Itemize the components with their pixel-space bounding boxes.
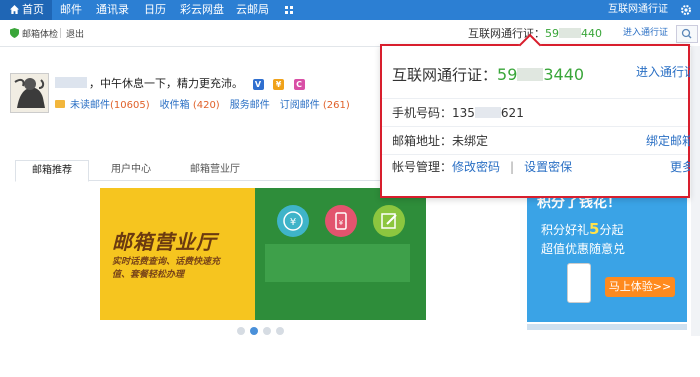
vip-badge-icon[interactable]: V <box>252 79 264 90</box>
divider <box>60 28 61 38</box>
carousel-dot[interactable] <box>237 327 245 335</box>
tab-recommend[interactable]: 邮箱推荐 <box>15 160 89 182</box>
carousel-dot[interactable] <box>276 327 284 335</box>
masked-digits <box>474 107 501 118</box>
tab-home[interactable]: 首页 <box>0 0 52 20</box>
tab-cloud-post[interactable]: 云邮局 <box>236 0 269 20</box>
masked-username <box>55 77 87 88</box>
inbox-link[interactable]: 收件箱 (420) <box>160 100 220 111</box>
popup-email-row: 邮箱地址：未绑定 绑定邮箱 <box>382 126 690 155</box>
popup-phone-row: 手机号码：135 621 <box>382 98 688 127</box>
popup-pass-id: 互联网通行证：59 3440 <box>392 65 585 84</box>
popup-pass-row: 互联网通行证：593440 进入通行证 <box>382 46 690 99</box>
greeting-text: ，中午休息一下，精力更充沛。 <box>89 77 243 90</box>
banner-counter-graphic <box>265 244 410 282</box>
logout-link[interactable]: 退出 <box>66 27 84 40</box>
edit-icon <box>373 205 405 237</box>
popup-email: 邮箱地址：未绑定 <box>392 134 489 148</box>
yen-icon: ¥ <box>277 205 309 237</box>
account-popup: 互联网通行证：593440 进入通行证 手机号码：135621 邮箱地址：未绑定… <box>380 33 690 198</box>
security-settings-link[interactable]: 设置密保 <box>524 160 572 174</box>
mail-links: 未读邮件(10605) 收件箱 (420) 服务邮件 订阅邮件 (261) <box>55 96 360 111</box>
svg-text:¥: ¥ <box>339 219 344 227</box>
banner-left-panel: 邮箱营业厅 实时话费查询、话费快速充 值、套餐轻松办理 <box>100 188 255 320</box>
coin-badge-icon[interactable]: ¥ <box>273 79 284 90</box>
search-button[interactable] <box>676 25 698 43</box>
mailbox-checkup-link[interactable]: 邮箱体检 <box>22 27 58 40</box>
popup-manage-row: 帐号管理：修改密码 | 设置密保 更多 <box>382 154 690 194</box>
tab-mail[interactable]: 邮件 <box>60 0 82 20</box>
bind-email-link[interactable]: 绑定邮箱 <box>646 132 690 149</box>
sub-toolbar: 邮箱体检 退出 互联网通行证：59 440 进入通行证 <box>0 20 700 47</box>
carousel-dots <box>237 324 289 338</box>
greeting-line: ，中午休息一下，精力更充沛。 V ¥ C <box>55 75 305 91</box>
more-link[interactable]: 更多 <box>670 158 690 175</box>
service-mail-link[interactable]: 服务邮件 <box>230 100 270 111</box>
ad-line2: 超值优惠随意兑 <box>541 242 626 256</box>
tab-calendar[interactable]: 日历 <box>144 0 166 20</box>
tab-contacts[interactable]: 通讯录 <box>96 0 129 20</box>
envelope-icon <box>55 100 65 108</box>
masked-digits <box>559 28 581 38</box>
banner-description: 实时话费查询、话费快速充 值、套餐轻松办理 <box>112 257 221 280</box>
home-icon <box>10 5 19 14</box>
enter-pass-link[interactable]: 进入通行证 <box>623 25 668 38</box>
shield-icon <box>10 28 19 38</box>
scrollbar[interactable] <box>691 46 700 336</box>
unread-mail-link[interactable]: 未读邮件(10605) <box>70 100 150 111</box>
account-pass-link[interactable]: 互联网通行证 <box>608 0 668 20</box>
try-now-button[interactable]: 马上体验>> <box>605 277 675 297</box>
subscribe-mail-link[interactable]: 订阅邮件 (261) <box>280 100 350 111</box>
tab-business-hall[interactable]: 邮箱营业厅 <box>175 160 255 180</box>
ad-footer-strip <box>527 324 687 330</box>
phone-image <box>567 263 591 303</box>
popup-phone: 手机号码：135 621 <box>392 106 524 120</box>
svg-text:¥: ¥ <box>290 217 296 228</box>
banner-title: 邮箱营业厅 <box>112 230 217 254</box>
avatar[interactable] <box>10 73 49 113</box>
tab-cloud-disk[interactable]: 彩云网盘 <box>180 0 224 20</box>
c-badge-icon[interactable]: C <box>293 79 305 90</box>
search-icon <box>681 28 692 39</box>
ad-line1: 积分好礼5分起 <box>541 220 624 238</box>
gear-icon[interactable] <box>680 4 692 16</box>
apps-grid-icon[interactable] <box>285 6 294 15</box>
change-password-link[interactable]: 修改密码 <box>452 160 500 174</box>
carousel-dot[interactable] <box>263 327 271 335</box>
popup-enter-pass-link[interactable]: 进入通行证 <box>636 63 690 80</box>
popup-manage: 帐号管理：修改密码 | 设置密保 <box>392 160 573 174</box>
tab-home-label: 首页 <box>22 3 44 16</box>
tab-user-center[interactable]: 用户中心 <box>95 160 167 180</box>
carousel-dot-active[interactable] <box>250 327 258 335</box>
masked-digits <box>517 68 544 81</box>
promo-banner[interactable]: 邮箱营业厅 实时话费查询、话费快速充 值、套餐轻松办理 ¥ ¥ <box>100 188 426 320</box>
phone-icon: ¥ <box>325 205 357 237</box>
top-nav-bar: 首页 邮件 通讯录 日历 彩云网盘 云邮局 互联网通行证 <box>0 0 700 20</box>
points-ad[interactable]: 积分了钱花！ 积分好礼5分起 超值优惠随意兑 马上体验>> <box>527 188 687 322</box>
